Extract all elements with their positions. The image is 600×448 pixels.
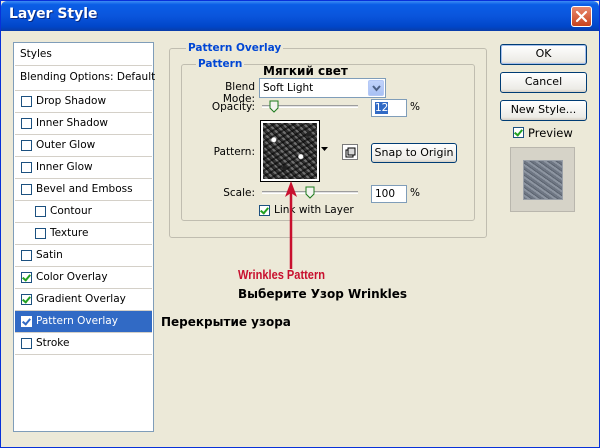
style-item[interactable]: Gradient Overlay xyxy=(15,289,152,311)
preview-swatch xyxy=(523,160,563,200)
opacity-label: Opacity: xyxy=(211,101,255,113)
snap-to-origin-button[interactable]: Snap to Origin xyxy=(371,143,457,163)
style-item-label: Texture xyxy=(50,227,89,239)
annotation-overlay-ru: Перекрытие узора xyxy=(161,315,291,329)
style-item[interactable]: Blending Options: Default xyxy=(15,67,156,91)
style-item-checkbox[interactable] xyxy=(35,228,46,239)
preview-check[interactable] xyxy=(513,127,524,138)
style-item[interactable]: Texture xyxy=(15,223,152,245)
pattern-label: Pattern: xyxy=(213,146,255,158)
style-item-label: Inner Shadow xyxy=(36,117,108,129)
style-item[interactable]: Pattern Overlay xyxy=(15,311,152,333)
style-item-label: Color Overlay xyxy=(36,271,108,283)
blend-mode-select[interactable]: Soft Light xyxy=(259,78,386,98)
scale-label: Scale: xyxy=(223,187,255,199)
wrinkles-pattern-thumbnail xyxy=(263,123,317,179)
style-item-label: Gradient Overlay xyxy=(36,293,126,305)
style-item[interactable]: Inner Glow xyxy=(15,157,152,179)
pattern-dropdown-icon[interactable] xyxy=(321,147,328,152)
style-item-checkbox[interactable] xyxy=(21,140,32,151)
styles-list: Styles Blending Options: Default Drop Shad… xyxy=(13,42,156,432)
style-item-label: Satin xyxy=(36,249,63,261)
blend-mode-value: Soft Light xyxy=(263,82,314,94)
style-item-label: Contour xyxy=(50,205,92,217)
style-item-label: Stroke xyxy=(36,337,70,349)
style-item-checkbox[interactable] xyxy=(35,206,46,217)
scale-value: 100 xyxy=(375,188,396,200)
style-item[interactable]: Satin xyxy=(15,245,152,267)
annotation-choose-pattern-ru: Выберите Узор Wrinkles xyxy=(238,287,407,301)
style-item-checkbox[interactable] xyxy=(21,162,32,173)
style-item-label: Blending Options: Default xyxy=(20,71,156,83)
annotation-blend-mode-ru: Мягкий свет xyxy=(263,64,348,78)
scale-percent: % xyxy=(410,187,420,199)
layer-style-dialog: Layer Style Styles Blending Options: Defa… xyxy=(0,0,600,448)
style-item[interactable]: Color Overlay xyxy=(15,267,152,289)
dropdown-arrow[interactable] xyxy=(368,80,384,96)
opacity-input[interactable]: 12 xyxy=(371,99,407,117)
style-item[interactable]: Stroke xyxy=(15,333,152,355)
window-title: Layer Style xyxy=(9,6,98,22)
title-bar[interactable]: Layer Style xyxy=(1,1,599,31)
style-item-checkbox[interactable] xyxy=(21,316,32,327)
style-item-label: Outer Glow xyxy=(36,139,96,151)
close-icon xyxy=(575,10,588,23)
style-item-checkbox[interactable] xyxy=(21,184,32,195)
opacity-slider-thumb[interactable] xyxy=(269,100,279,113)
subgroup-title: Pattern xyxy=(196,58,245,70)
red-arrow-icon xyxy=(285,181,297,269)
annotation-pattern-name: Wrinkles Pattern xyxy=(238,267,326,282)
style-item-label: Drop Shadow xyxy=(36,95,107,107)
ok-button[interactable]: OK xyxy=(500,44,587,65)
style-item[interactable]: Styles xyxy=(15,44,152,66)
cancel-button[interactable]: Cancel xyxy=(500,72,587,93)
create-preset-button[interactable] xyxy=(342,144,358,160)
style-item-checkbox[interactable] xyxy=(21,96,32,107)
style-item-label: Pattern Overlay xyxy=(36,315,118,327)
close-button[interactable] xyxy=(571,6,592,27)
new-preset-icon xyxy=(345,147,356,158)
style-item[interactable]: Drop Shadow xyxy=(15,91,152,113)
style-item[interactable]: Contour xyxy=(15,201,152,223)
new-style-button[interactable]: New Style... xyxy=(500,100,587,121)
opacity-value: 12 xyxy=(375,102,389,114)
style-item[interactable]: Bevel and Emboss xyxy=(15,179,152,201)
style-item-checkbox[interactable] xyxy=(21,294,32,305)
opacity-percent: % xyxy=(410,101,420,113)
pattern-picker[interactable] xyxy=(260,120,320,182)
chevron-down-icon xyxy=(372,85,381,92)
link-with-layer-check[interactable] xyxy=(259,205,270,216)
style-item[interactable]: Inner Shadow xyxy=(15,113,152,135)
style-item-label: Inner Glow xyxy=(36,161,93,173)
scale-input[interactable]: 100 xyxy=(371,185,407,203)
style-item[interactable]: Outer Glow xyxy=(15,135,152,157)
group-title: Pattern Overlay xyxy=(186,42,284,54)
style-item-checkbox[interactable] xyxy=(21,272,32,283)
style-item-label: Bevel and Emboss xyxy=(36,183,133,195)
style-item-checkbox[interactable] xyxy=(21,338,32,349)
style-item-label: Styles xyxy=(20,48,52,60)
style-preview xyxy=(510,147,575,212)
style-item-checkbox[interactable] xyxy=(21,118,32,129)
preview-label: Preview xyxy=(528,126,573,140)
scale-slider-thumb[interactable] xyxy=(305,186,315,199)
style-item-checkbox[interactable] xyxy=(21,250,32,261)
